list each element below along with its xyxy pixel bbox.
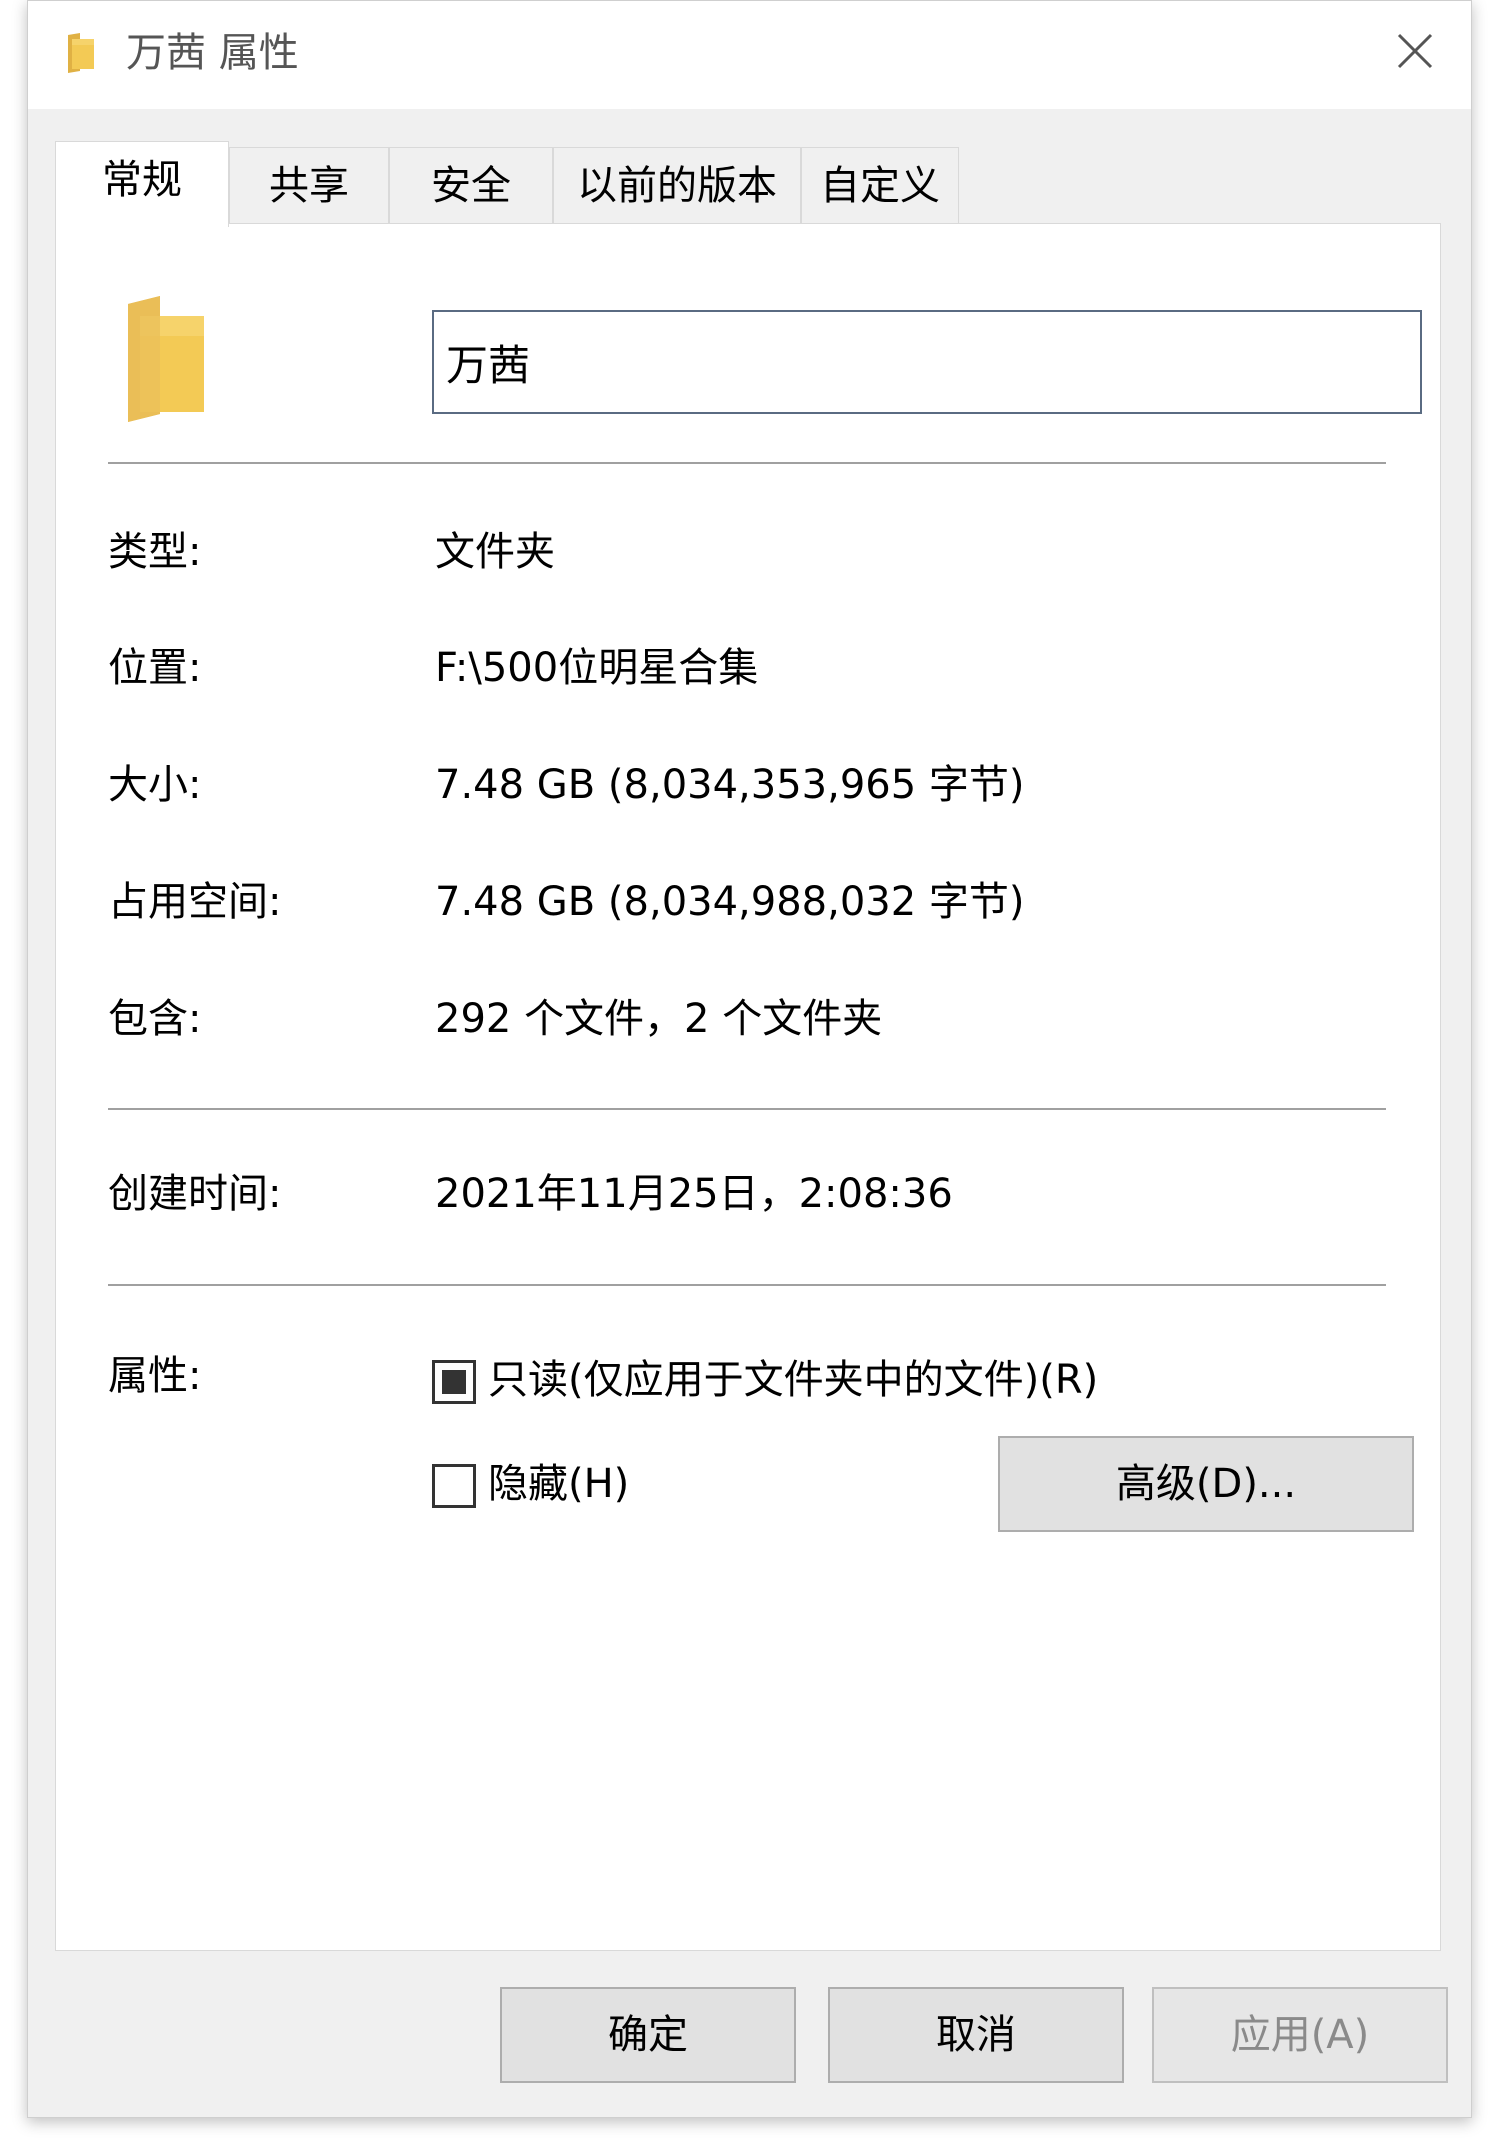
general-panel: 类型: 文件夹 位置: F:\500位明星合集 大小: 7.48 GB (8,0… — [55, 223, 1441, 1951]
divider — [108, 1284, 1386, 1286]
close-icon — [1397, 33, 1433, 69]
disk-size-value: 7.48 GB (8,034,988,032 字节) — [435, 879, 1025, 925]
folder-name-input[interactable] — [432, 310, 1422, 414]
contains-label: 包含: — [108, 996, 202, 1042]
hidden-checkbox-label[interactable]: 隐藏(H) — [488, 1458, 629, 1510]
size-label: 大小: — [108, 762, 202, 808]
type-label: 类型: — [108, 529, 202, 575]
hidden-checkbox[interactable] — [432, 1464, 476, 1508]
location-label: 位置: — [108, 645, 202, 691]
advanced-button[interactable]: 高级(D)... — [998, 1436, 1414, 1532]
readonly-checkbox[interactable] — [432, 1360, 476, 1404]
apply-button[interactable]: 应用(A) — [1152, 1987, 1448, 2083]
size-value: 7.48 GB (8,034,353,965 字节) — [435, 762, 1025, 808]
folder-icon — [68, 33, 94, 73]
readonly-checkbox-label[interactable]: 只读(仅应用于文件夹中的文件)(R) — [488, 1354, 1098, 1406]
title-bar: 万茜 属性 — [28, 1, 1471, 109]
tab-customize[interactable]: 自定义 — [801, 147, 959, 223]
type-value: 文件夹 — [435, 529, 555, 575]
close-button[interactable] — [1383, 19, 1447, 83]
attributes-label: 属性: — [108, 1353, 202, 1399]
divider — [108, 1108, 1386, 1110]
disk-size-label: 占用空间: — [108, 879, 282, 925]
tab-sharing[interactable]: 共享 — [229, 147, 389, 223]
created-value: 2021年11月25日，2:08:36 — [435, 1171, 953, 1217]
created-label: 创建时间: — [108, 1171, 282, 1217]
tab-previous-versions[interactable]: 以前的版本 — [553, 147, 801, 223]
divider — [108, 462, 1386, 464]
tab-security[interactable]: 安全 — [389, 147, 553, 223]
cancel-button[interactable]: 取消 — [828, 1987, 1124, 2083]
folder-icon — [128, 296, 204, 422]
contains-value: 292 个文件，2 个文件夹 — [435, 996, 883, 1042]
ok-button[interactable]: 确定 — [500, 1987, 796, 2083]
tab-general[interactable]: 常规 — [55, 141, 229, 227]
location-value: F:\500位明星合集 — [435, 645, 759, 691]
properties-dialog: 万茜 属性 常规 共享 安全 以前的版本 自定义 类型: 文件夹 位置: F:\… — [27, 0, 1472, 2118]
window-title: 万茜 属性 — [126, 30, 299, 76]
